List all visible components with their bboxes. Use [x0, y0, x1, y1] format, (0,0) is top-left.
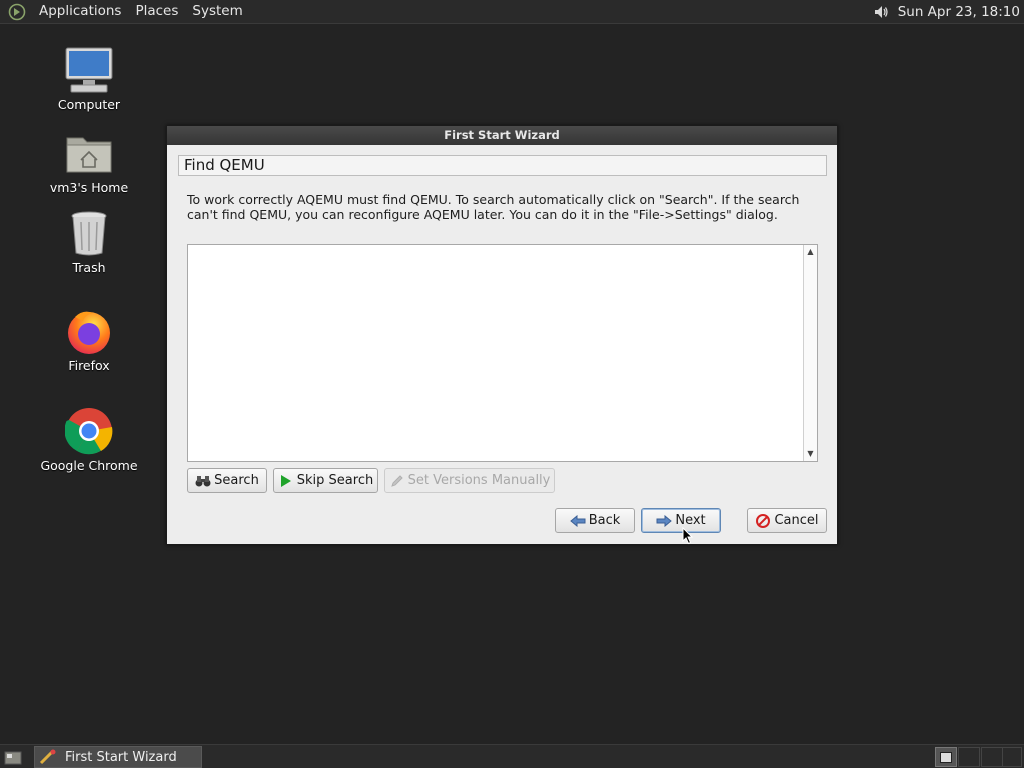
play-arrow-icon — [278, 473, 294, 489]
dialog-titlebar[interactable]: First Start Wizard — [167, 126, 837, 145]
page-header: Find QEMU — [178, 155, 827, 176]
cancel-button[interactable]: Cancel — [747, 508, 827, 533]
scroll-down-arrow-icon[interactable]: ▼ — [804, 447, 817, 461]
desktop-icon-label: vm3's Home — [49, 180, 129, 195]
next-button-label: Next — [675, 513, 706, 528]
search-button-label: Search — [214, 473, 259, 488]
desktop-icon-label: Computer — [57, 97, 121, 112]
taskbar-item-label: First Start Wizard — [65, 749, 177, 765]
desktop-icon-firefox[interactable]: Firefox — [34, 306, 144, 373]
cancel-button-label: Cancel — [774, 513, 819, 528]
desktop-icon-label: Trash — [72, 260, 106, 275]
back-button-label: Back — [588, 513, 621, 528]
skip-search-button-label: Skip Search — [296, 473, 374, 488]
volume-icon[interactable] — [870, 1, 892, 23]
aqemu-icon — [39, 748, 57, 766]
search-button[interactable]: Search — [187, 468, 267, 493]
bottom-panel: First Start Wizard — [0, 744, 1024, 768]
trash-icon — [64, 208, 114, 258]
workspace-2[interactable] — [958, 747, 980, 767]
distro-logo-icon[interactable] — [6, 1, 28, 23]
mouse-cursor-icon — [682, 526, 694, 549]
taskbar-item-first-start-wizard[interactable]: First Start Wizard — [34, 746, 202, 768]
binoculars-icon — [195, 473, 211, 489]
desktop-icon-chrome[interactable]: Google Chrome — [34, 406, 144, 473]
home-folder-icon — [64, 128, 114, 178]
desktop-icon-trash[interactable]: Trash — [34, 208, 144, 275]
system-menu[interactable]: System — [185, 0, 249, 24]
desktop-icon-home[interactable]: vm3's Home — [34, 128, 144, 195]
clock[interactable]: Sun Apr 23, 18:10 — [898, 4, 1020, 20]
next-arrow-icon — [656, 513, 673, 529]
back-arrow-icon — [569, 513, 586, 529]
back-button[interactable]: Back — [555, 508, 635, 533]
workspace-1[interactable] — [935, 747, 957, 767]
desktop-icon-computer[interactable]: Computer — [34, 45, 144, 112]
set-versions-manually-button[interactable]: Set Versions Manually — [384, 468, 555, 493]
applications-menu[interactable]: Applications — [32, 0, 128, 24]
top-panel: Applications Places System Sun Apr 23, 1… — [0, 0, 1024, 24]
set-versions-button-label: Set Versions Manually — [407, 473, 551, 488]
skip-search-button[interactable]: Skip Search — [273, 468, 378, 493]
places-menu[interactable]: Places — [128, 0, 185, 24]
vertical-scrollbar[interactable]: ▲ ▼ — [803, 245, 817, 461]
desktop-icon-label: Firefox — [68, 358, 110, 373]
scroll-up-arrow-icon[interactable]: ▲ — [804, 245, 817, 259]
search-output-textarea[interactable]: ▲ ▼ — [187, 244, 818, 462]
firefox-icon — [64, 306, 114, 356]
show-desktop-icon[interactable] — [2, 747, 24, 767]
workspace-window-preview — [940, 752, 952, 763]
workspace-3[interactable] — [981, 747, 1003, 767]
desktop-icon-label: Google Chrome — [40, 458, 138, 473]
first-start-wizard-dialog: First Start Wizard Find QEMU To work cor… — [166, 125, 838, 545]
workspace-4[interactable] — [1002, 747, 1022, 767]
computer-icon — [64, 45, 114, 95]
next-button[interactable]: Next — [641, 508, 721, 533]
cancel-icon — [755, 513, 771, 529]
pencil-icon — [389, 473, 405, 489]
description-text: To work correctly AQEMU must find QEMU. … — [187, 192, 800, 222]
chrome-icon — [64, 406, 114, 456]
